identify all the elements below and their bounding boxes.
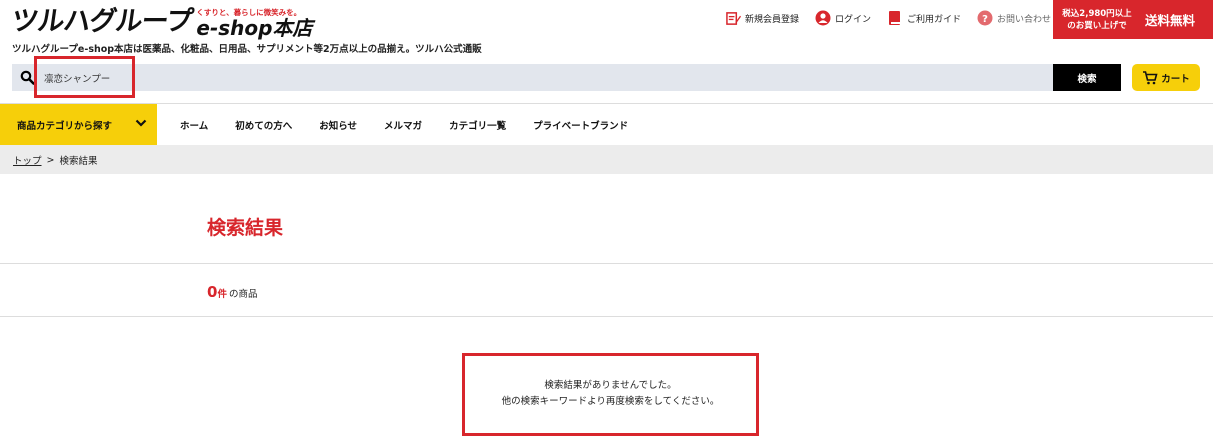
member-register-link[interactable]: 新規会員登録 bbox=[725, 10, 799, 26]
divider bbox=[0, 316, 1213, 317]
no-result-message: 検索結果がありませんでした。 他の検索キーワードより再度検索をしてください。 bbox=[462, 353, 759, 436]
no-result-line1: 検索結果がありませんでした。 bbox=[544, 380, 677, 391]
cart-button[interactable]: カート bbox=[1132, 64, 1200, 91]
breadcrumb-home-link[interactable]: トップ bbox=[13, 153, 42, 167]
chevron-down-icon bbox=[135, 118, 147, 131]
nav-item-newsletter[interactable]: メルマガ bbox=[384, 118, 422, 132]
logo-shop-text: e-shop本店 bbox=[196, 16, 313, 40]
breadcrumb-current: 検索結果 bbox=[59, 156, 98, 167]
result-count: 0 件 の商品 bbox=[207, 283, 257, 301]
shipping-condition-line1: 税込2,980円以上 bbox=[1062, 8, 1132, 19]
logo-main-text: ツルハグループ bbox=[9, 6, 195, 37]
nav-items: ホーム 初めての方へ お知らせ メルマガ カテゴリ一覧 プライベートブランド bbox=[180, 104, 655, 145]
nav-item-category-list[interactable]: カテゴリ一覧 bbox=[449, 118, 506, 132]
member-register-icon bbox=[725, 10, 741, 26]
category-menu-button[interactable]: 商品カテゴリから探す bbox=[0, 104, 157, 145]
divider bbox=[0, 263, 1213, 264]
nav-item-home[interactable]: ホーム bbox=[180, 118, 208, 132]
nav-item-private-brand[interactable]: プライベートブランド bbox=[533, 118, 628, 132]
guide-link[interactable]: ご利用ガイド bbox=[887, 10, 961, 26]
top-links: 新規会員登録 ログイン ご利用ガイド ? お問い合わせ bbox=[725, 8, 1067, 28]
result-count-number: 0 bbox=[207, 283, 218, 301]
contact-link[interactable]: ? お問い合わせ bbox=[977, 10, 1051, 26]
cart-icon bbox=[1142, 70, 1158, 85]
search-input[interactable] bbox=[44, 64, 1044, 91]
shipping-condition-line2: のお買い上げで bbox=[1067, 20, 1127, 31]
breadcrumb: トップ > 検索結果 bbox=[0, 145, 1213, 174]
svg-text:?: ? bbox=[982, 14, 988, 25]
breadcrumb-separator: > bbox=[46, 154, 55, 166]
question-icon: ? bbox=[977, 10, 993, 26]
site-header: ツルハグループ くすりと、暮らしに微笑みを。 e-shop本店 ツルハグループe… bbox=[0, 0, 1213, 64]
nav-item-first-time[interactable]: 初めての方へ bbox=[235, 118, 292, 132]
no-result-line2: 他の検索キーワードより再度検索をしてください。 bbox=[501, 396, 720, 407]
result-count-unit: 件 bbox=[217, 289, 227, 300]
site-logo[interactable]: ツルハグループ くすりと、暮らしに微笑みを。 e-shop本店 bbox=[9, 4, 313, 40]
page-title: 検索結果 bbox=[207, 217, 284, 239]
search-button[interactable]: 検索 bbox=[1053, 64, 1121, 91]
category-menu-label: 商品カテゴリから探す bbox=[17, 120, 113, 132]
free-shipping-banner: 税込2,980円以上 のお買い上げで 送料無料 bbox=[1053, 0, 1213, 39]
nav-item-news[interactable]: お知らせ bbox=[319, 118, 357, 132]
search-bar bbox=[12, 64, 1053, 91]
login-link[interactable]: ログイン bbox=[815, 10, 871, 26]
main-nav: 商品カテゴリから探す ホーム 初めての方へ お知らせ メルマガ カテゴリ一覧 プ… bbox=[0, 104, 1213, 145]
result-count-label: の商品 bbox=[228, 289, 258, 300]
free-shipping-label: 送料無料 bbox=[1145, 13, 1196, 28]
search-highlight-box bbox=[34, 56, 135, 98]
site-description: ツルハグループe-shop本店は医薬品、化粧品、日用品、サプリメント等2万点以上… bbox=[12, 44, 482, 55]
login-icon bbox=[815, 10, 831, 26]
cart-label: カート bbox=[1161, 73, 1190, 85]
guide-book-icon bbox=[887, 10, 903, 26]
